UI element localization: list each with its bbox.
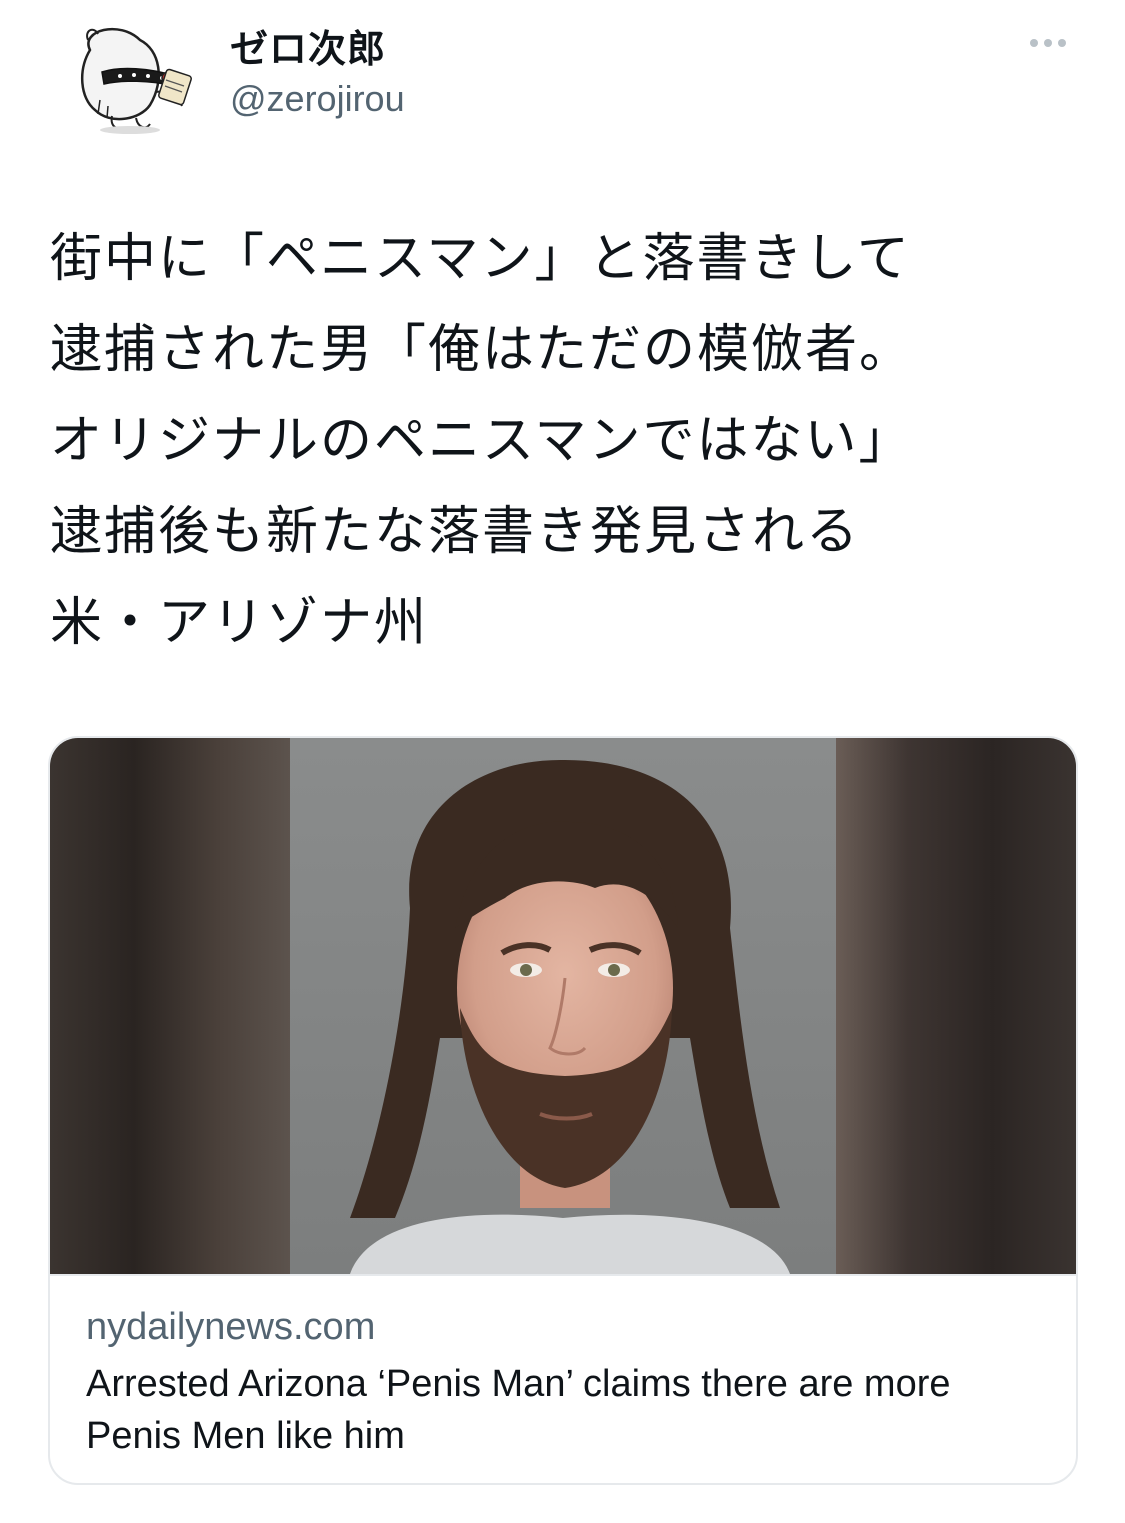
tweet-line: 逮捕後も新たな落書き発見される (50, 502, 861, 562)
tweet-line: 米・アリゾナ州 (50, 593, 429, 653)
tweet-line: オリジナルのペニスマンではない」 (50, 411, 913, 471)
more-options-button[interactable] (1018, 26, 1078, 60)
more-horizontal-icon-dot (1044, 39, 1052, 47)
more-horizontal-icon-dot (1058, 39, 1066, 47)
card-divider (50, 1274, 1076, 1276)
tweet-line: 街中に「ペニスマン」と落書きして (50, 229, 911, 289)
cartoon-character-avatar-icon (50, 10, 202, 144)
avatar[interactable] (50, 10, 202, 144)
tweet-line: 逮捕された男「俺はただの模倣者。 (50, 320, 913, 380)
tweet-text: 街中に「ペニスマン」と落書きして 逮捕された男「俺はただの模倣者。 オリジナルの… (50, 214, 1090, 669)
user-handle[interactable]: @zerojirou (230, 78, 405, 120)
card-image[interactable] (50, 738, 1076, 1274)
display-name[interactable]: ゼロ次郎 (230, 18, 386, 73)
card-domain: nydailynews.com (86, 1306, 376, 1348)
card-title: Arrested Arizona ‘Penis Man’ claims ther… (86, 1363, 951, 1457)
more-horizontal-icon (1030, 39, 1038, 47)
mugshot-photo (50, 738, 1076, 1274)
link-preview-card[interactable]: nydailynews.com Arrested Arizona ‘Penis … (48, 736, 1078, 1485)
